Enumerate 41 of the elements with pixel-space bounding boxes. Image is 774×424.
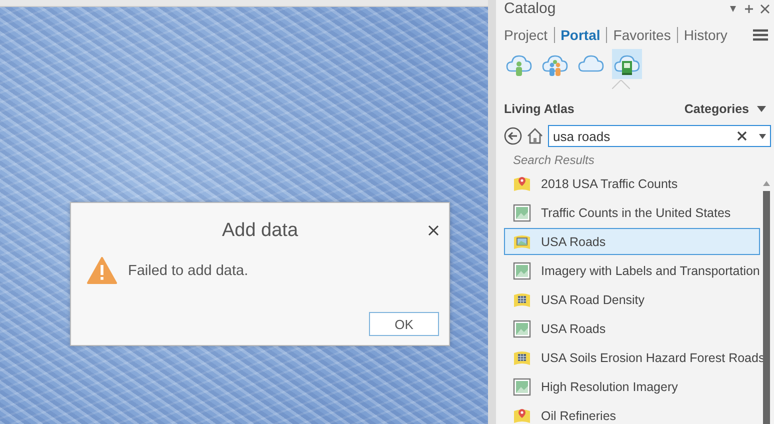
results-heading: Search Results xyxy=(513,153,596,167)
error-message: Failed to add data. xyxy=(128,262,248,278)
grid-layer-icon xyxy=(513,290,531,308)
catalog-tab[interactable]: Favorites xyxy=(606,27,677,43)
catalog-tab[interactable]: History xyxy=(676,27,734,43)
map-icon xyxy=(513,204,531,222)
grid-layer-icon xyxy=(513,348,531,366)
search-result-item[interactable]: 2018 USA Traffic Counts xyxy=(504,170,760,197)
search-result-item[interactable]: USA Roads xyxy=(504,228,760,255)
ok-button[interactable]: OK xyxy=(369,312,439,336)
search-result-item[interactable]: USA Road Density xyxy=(504,286,760,313)
catalog-tab[interactable]: Portal xyxy=(554,27,606,43)
pin-icon[interactable] xyxy=(728,4,738,14)
back-icon[interactable] xyxy=(504,127,522,145)
pin-layer-icon xyxy=(513,174,531,192)
map-icon xyxy=(513,378,531,396)
dropdown-caret-icon[interactable] xyxy=(759,134,766,138)
pane-title: Catalog xyxy=(504,1,557,17)
clear-icon[interactable] xyxy=(737,131,747,141)
plus-icon[interactable] xyxy=(744,4,754,14)
web-map-icon xyxy=(513,232,531,250)
close-icon[interactable] xyxy=(760,4,770,14)
menu-icon[interactable] xyxy=(753,29,768,41)
search-field[interactable]: usa roads xyxy=(548,125,771,147)
close-button[interactable] xyxy=(428,225,439,236)
map-icon xyxy=(513,262,531,280)
search-result-item[interactable]: USA Roads xyxy=(504,315,760,342)
dropdown-caret-icon[interactable] xyxy=(757,106,766,112)
search-result-item[interactable]: High Resolution Imagery xyxy=(504,373,760,400)
categories-dropdown[interactable]: Categories xyxy=(684,102,749,116)
catalog-tab[interactable]: Project xyxy=(504,27,554,43)
collection-label: Living Atlas xyxy=(504,102,574,116)
search-result-item[interactable]: Oil Refineries xyxy=(504,402,760,424)
search-input[interactable]: usa roads xyxy=(553,128,737,144)
map-icon xyxy=(513,320,531,338)
search-result-item[interactable]: Traffic Counts in the United States xyxy=(504,199,760,226)
pointer-caret-icon xyxy=(612,80,630,89)
search-result-item[interactable]: Imagery with Labels and Transportation xyxy=(504,257,760,284)
dialog-title: Add data xyxy=(222,220,298,242)
warning-icon xyxy=(87,257,117,284)
home-icon[interactable] xyxy=(526,127,544,145)
